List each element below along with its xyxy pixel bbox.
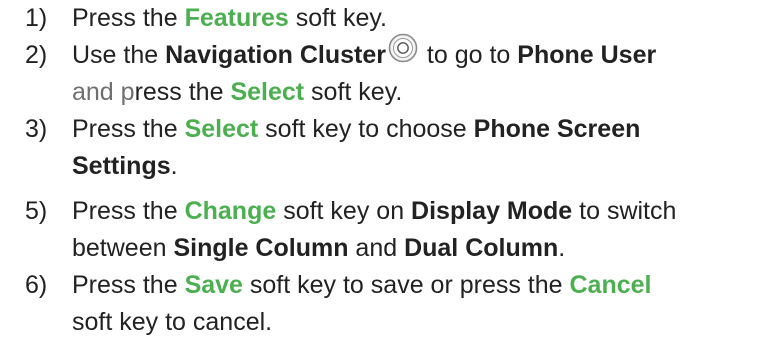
step-1-line-1: 1) Press the Features soft key.	[25, 0, 387, 37]
step-number: 2)	[25, 41, 48, 69]
step-6-line-1: 6) Press the Save soft key to save or pre…	[25, 267, 651, 304]
step-text: Press the	[72, 271, 185, 299]
term-single-column: Single Column	[173, 234, 349, 262]
term-phone-user: Phone User	[517, 41, 657, 69]
step-1: 1) Press the Features soft key.	[25, 0, 387, 37]
softkey-change: Change	[184, 197, 277, 225]
step-2-line-1: 2) Use the Navigation Cluster to go to Ph…	[25, 33, 657, 74]
step-number: 1)	[25, 4, 48, 32]
term-settings: Settings	[72, 152, 171, 180]
step-text: between	[72, 234, 174, 262]
step-text: and p	[72, 78, 135, 106]
step-text: soft key.	[304, 78, 403, 106]
step-number: 5)	[25, 197, 48, 225]
navigation-cluster-icon	[388, 33, 418, 74]
term-display-mode: Display Mode	[411, 197, 573, 225]
step-text: soft key on	[276, 197, 412, 225]
step-6-line-2: soft key to cancel.	[25, 304, 651, 341]
step-text: .	[558, 234, 566, 262]
term-phone-screen: Phone Screen	[473, 115, 641, 143]
step-2: 2) Use the Navigation Cluster to go to Ph…	[25, 33, 657, 111]
step-text: and	[348, 234, 405, 262]
softkey-select: Select	[230, 78, 305, 106]
step-text: soft key.	[288, 4, 387, 32]
step-2-line-2: and press the Select soft key.	[25, 74, 656, 111]
step-5: 5) Press the Change soft key on Display M…	[25, 193, 676, 267]
step-6: 6) Press the Save soft key to save or pre…	[25, 267, 651, 341]
term-dual-column: Dual Column	[404, 234, 559, 262]
step-text: Press the	[72, 4, 185, 32]
step-3: 3) Press the Select soft key to choose Ph…	[25, 111, 640, 185]
step-text: to switch	[572, 197, 677, 225]
step-text: ress the	[134, 78, 231, 106]
step-text: to go to	[419, 41, 518, 69]
term-navigation-cluster: Navigation Cluster	[165, 41, 386, 69]
step-3-line-2: Settings.	[25, 148, 640, 185]
step-text: Use the	[72, 41, 166, 69]
softkey-cancel: Cancel	[569, 271, 652, 299]
instruction-list: 1) Press the Features soft key. 2) Use the…	[0, 0, 766, 342]
step-text: soft key to cancel.	[72, 308, 273, 336]
step-5-line-2: between Single Column and Dual Column.	[25, 230, 676, 267]
softkey-features: Features	[184, 4, 289, 32]
step-text: .	[170, 152, 178, 180]
step-text: soft key to save or press the	[242, 271, 570, 299]
step-number: 3)	[25, 115, 48, 143]
softkey-save: Save	[184, 271, 243, 299]
step-3-line-1: 3) Press the Select soft key to choose Ph…	[25, 111, 640, 148]
step-5-line-1: 5) Press the Change soft key on Display M…	[25, 193, 676, 230]
softkey-select: Select	[184, 115, 259, 143]
step-text: Press the	[72, 115, 185, 143]
step-number: 6)	[25, 271, 48, 299]
step-text: Press the	[72, 197, 185, 225]
step-text: soft key to choose	[258, 115, 474, 143]
